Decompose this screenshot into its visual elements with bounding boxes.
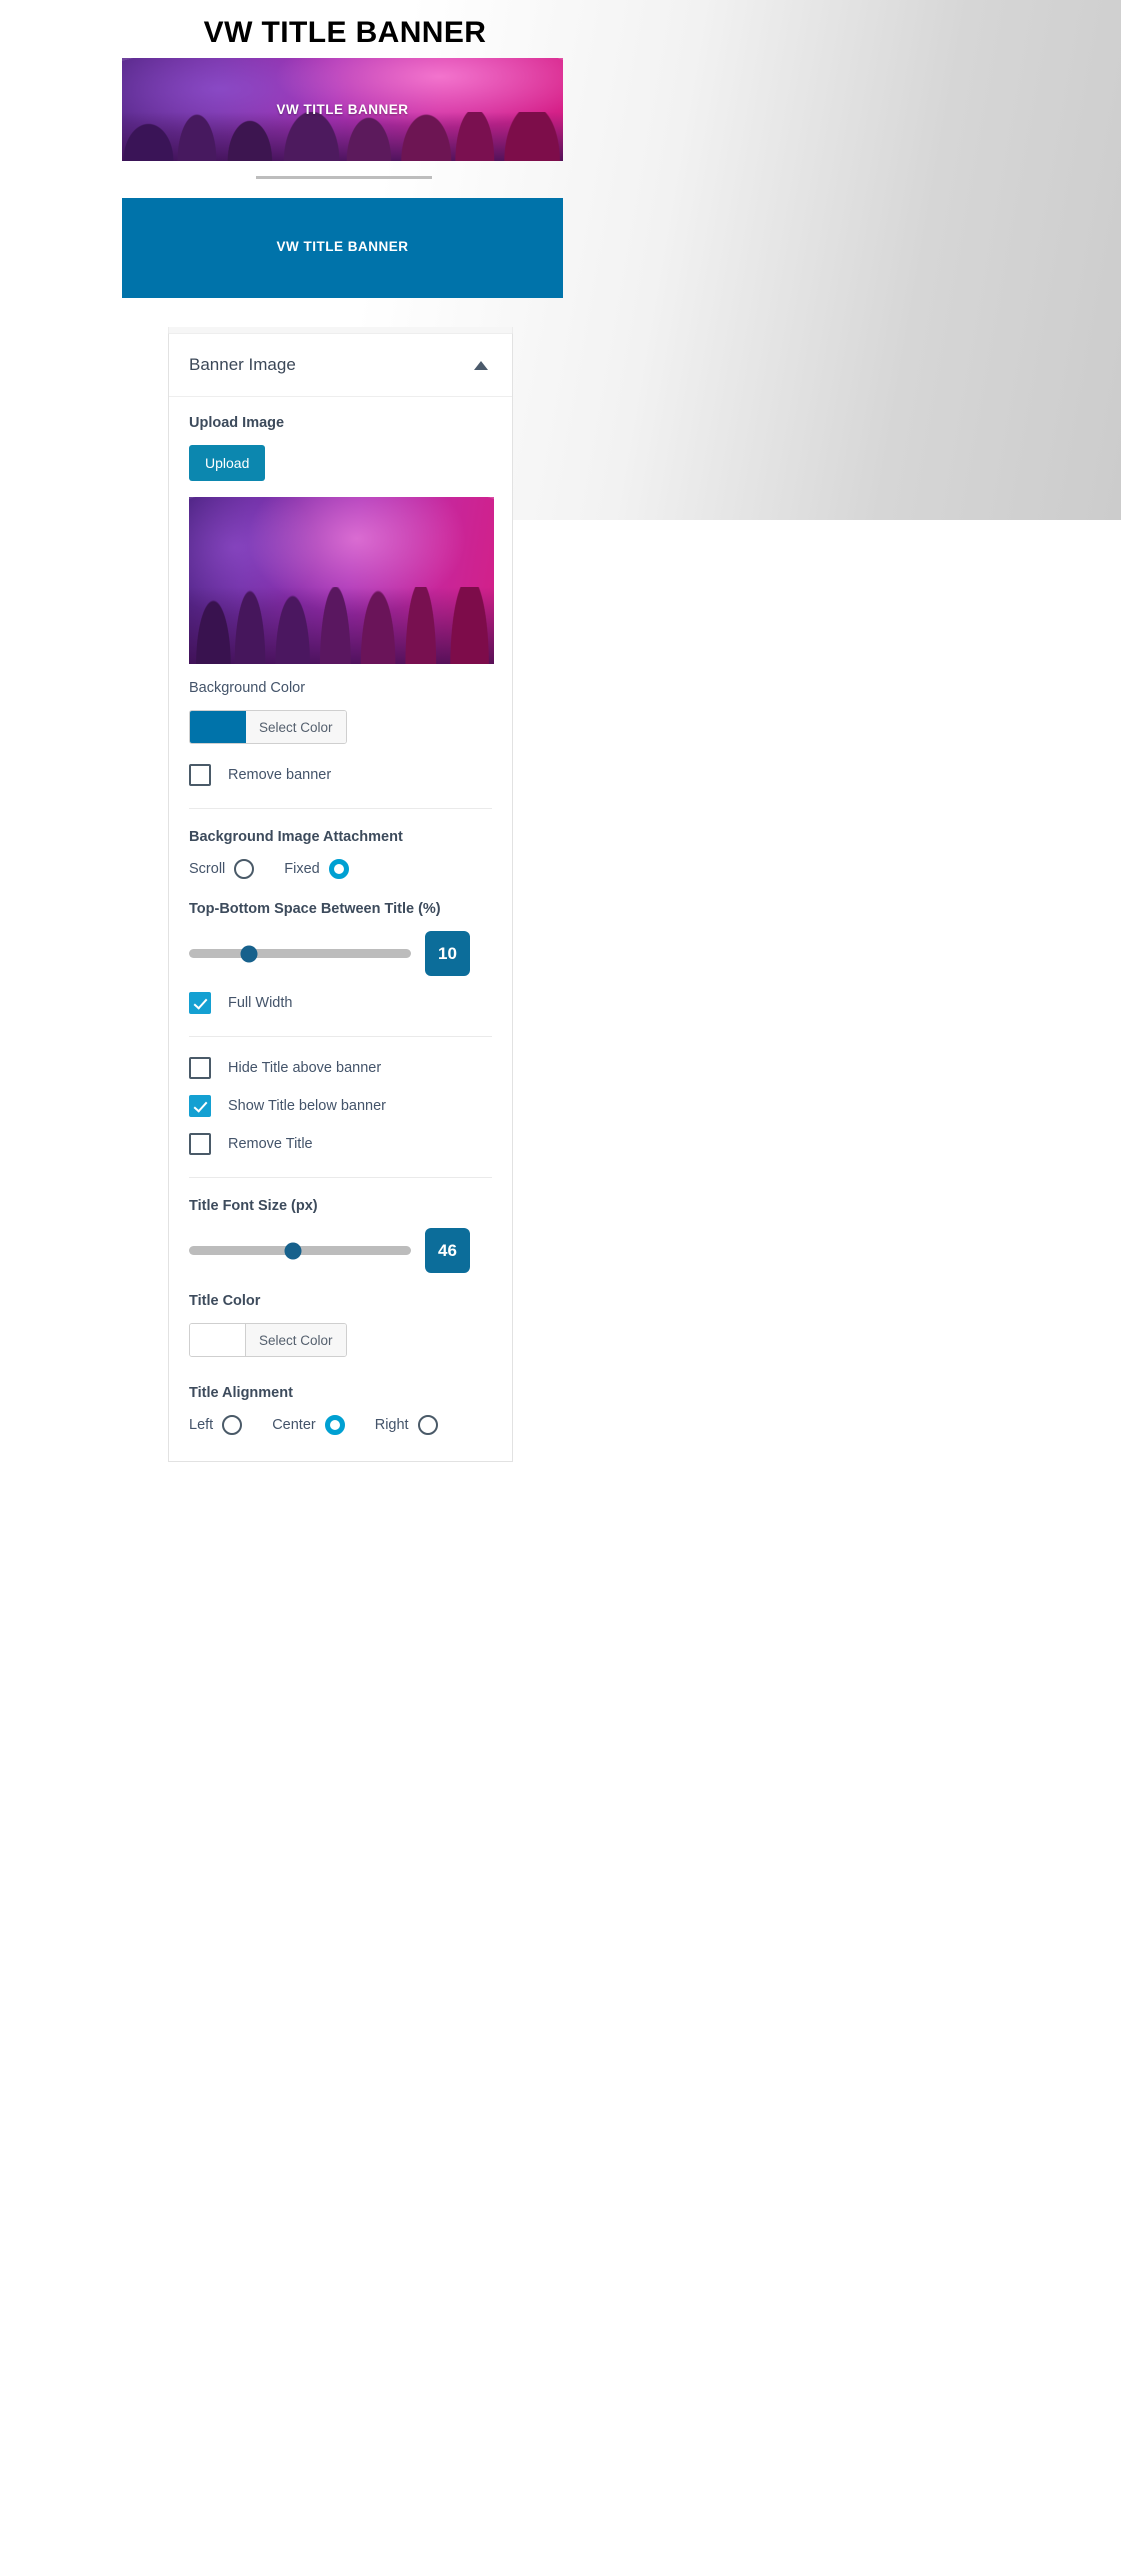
panel-title: Banner Image [189, 355, 296, 374]
title-color-swatch[interactable] [190, 1324, 246, 1356]
chevron-up-icon[interactable] [474, 360, 488, 370]
full-width-label: Full Width [228, 995, 293, 1011]
hide-title-above-checkbox[interactable] [189, 1057, 211, 1079]
title-font-size-label: Title Font Size (px) [189, 1198, 318, 1214]
background-color-picker[interactable]: Select Color [189, 710, 347, 744]
title-font-size-slider-handle[interactable] [284, 1242, 302, 1259]
upload-button[interactable]: Upload [189, 445, 266, 481]
background-color-label: Background Color [189, 680, 306, 696]
upload-image-label: Upload Image [189, 415, 285, 431]
radio-option-center[interactable]: Center [272, 1415, 345, 1435]
radio-option-left[interactable]: Left [189, 1415, 243, 1435]
divider-2 [189, 1036, 492, 1037]
radio-option-right[interactable]: Right [375, 1415, 438, 1435]
title-color-select-label[interactable]: Select Color [246, 1324, 346, 1356]
top-bottom-space-slider[interactable] [189, 945, 411, 962]
panel-header[interactable]: Banner Image [169, 334, 512, 397]
title-color-picker[interactable]: Select Color [189, 1323, 347, 1357]
show-title-below-label: Show Title below banner [228, 1098, 386, 1114]
background-color-swatch[interactable] [190, 711, 246, 743]
radio-option-scroll[interactable]: Scroll [189, 859, 255, 879]
radio-scroll[interactable] [234, 859, 255, 879]
divider-3 [189, 1177, 492, 1178]
radio-label-right: Right [374, 1417, 409, 1433]
full-width-checkbox[interactable] [189, 992, 211, 1014]
radio-left[interactable] [222, 1415, 243, 1435]
remove-banner-checkbox[interactable] [189, 764, 211, 786]
hide-title-above-label: Hide Title above banner [228, 1060, 382, 1076]
show-title-below-row[interactable]: Show Title below banner [189, 1095, 492, 1117]
top-bottom-space-slider-handle[interactable] [240, 945, 258, 962]
radio-label-left: Left [189, 1417, 214, 1433]
title-alignment-label: Title Alignment [189, 1385, 293, 1401]
hide-title-above-row[interactable]: Hide Title above banner [189, 1057, 492, 1079]
radio-option-fixed[interactable]: Fixed [284, 859, 349, 879]
title-font-size-slider[interactable] [189, 1242, 411, 1259]
attachment-label: Background Image Attachment [189, 829, 403, 845]
remove-banner-checkbox-row[interactable]: Remove banner [189, 764, 492, 786]
background-color-select-label[interactable]: Select Color [246, 711, 346, 743]
radio-right[interactable] [417, 1415, 438, 1435]
photo-banner-crowd-silhouette [122, 111, 563, 161]
show-title-below-checkbox[interactable] [189, 1095, 211, 1117]
top-bottom-space-slider-row: 10 [189, 931, 492, 976]
attachment-radio-row: Scroll Fixed [189, 859, 492, 879]
radio-center[interactable] [324, 1415, 345, 1435]
radio-label-scroll: Scroll [189, 861, 226, 877]
top-bottom-space-value: 10 [425, 931, 470, 976]
top-bottom-space-label: Top-Bottom Space Between Title (%) [189, 901, 441, 917]
remove-title-row[interactable]: Remove Title [189, 1133, 492, 1155]
color-banner-preview: VW TITLE BANNER [122, 198, 563, 298]
full-width-checkbox-row[interactable]: Full Width [189, 992, 492, 1014]
uploaded-image-thumbnail[interactable] [189, 497, 494, 664]
remove-title-checkbox[interactable] [189, 1133, 211, 1155]
banner-image-settings-panel: Banner Image Upload Image Upload Backgro… [168, 333, 513, 1462]
photo-banner-preview: VW TITLE BANNER [122, 58, 563, 161]
preview-divider [256, 176, 432, 179]
radio-fixed[interactable] [328, 859, 349, 879]
radio-label-fixed: Fixed [284, 861, 320, 877]
divider-1 [189, 808, 492, 809]
title-color-label: Title Color [189, 1293, 261, 1309]
title-font-size-value: 46 [425, 1228, 470, 1273]
color-banner-title: VW TITLE BANNER [276, 239, 409, 254]
title-alignment-radio-row: Left Center Right [189, 1415, 492, 1435]
remove-banner-label: Remove banner [228, 767, 332, 783]
radio-label-center: Center [272, 1417, 316, 1433]
photo-banner-title: VW TITLE BANNER [276, 102, 409, 117]
title-font-size-slider-row: 46 [189, 1228, 492, 1273]
thumbnail-crowd-silhouette [189, 587, 494, 664]
remove-title-label: Remove Title [228, 1136, 313, 1152]
page-title: VW TITLE BANNER [203, 16, 487, 49]
panel-body: Upload Image Upload Background Color Sel… [169, 397, 512, 1461]
